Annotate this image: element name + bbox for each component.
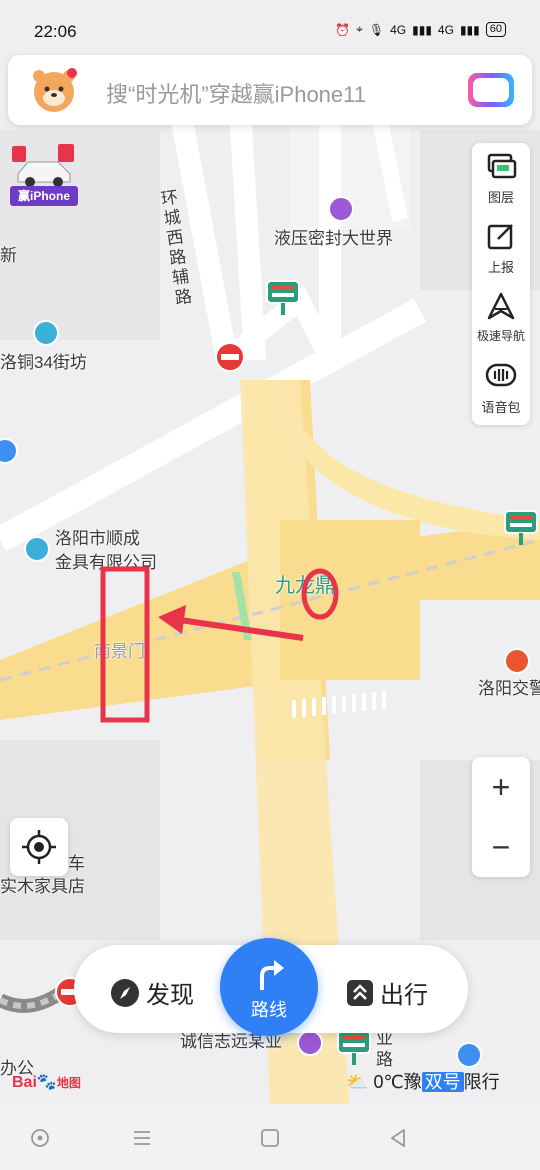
status-time: 22:06 bbox=[34, 22, 77, 41]
fast-nav-icon bbox=[487, 292, 515, 320]
layers-button[interactable]: 图层 bbox=[472, 143, 530, 213]
temperature: 0℃ bbox=[373, 1072, 404, 1092]
voice-pack-button[interactable]: 语音包 bbox=[472, 353, 530, 423]
weather-restriction[interactable]: ⛅ 0℃豫 双号 限行 bbox=[346, 1068, 500, 1094]
travel-label: 出行 bbox=[380, 982, 428, 1009]
annotation-ellipse bbox=[301, 568, 339, 620]
layers-icon bbox=[487, 153, 517, 179]
network-label: 4G bbox=[390, 22, 407, 37]
network-label-2: 4G bbox=[437, 22, 454, 37]
annotation-arrow-head bbox=[158, 605, 186, 634]
promo-label: 赢iPhone bbox=[10, 186, 78, 206]
menu-nav-icon[interactable] bbox=[130, 1126, 154, 1150]
route-button[interactable]: 路线 bbox=[220, 938, 318, 1036]
zoom-in-button[interactable]: + bbox=[472, 757, 530, 817]
assistant-nav-icon[interactable] bbox=[28, 1126, 52, 1150]
plate-badge: 双号 bbox=[421, 1072, 464, 1092]
travel-button[interactable]: 出行 bbox=[346, 975, 428, 1010]
discover-button[interactable]: 发现 bbox=[110, 975, 194, 1010]
search-bar[interactable]: 搜“时光机”穿越赢iPhone11 bbox=[8, 55, 532, 125]
report-label: 上报 bbox=[487, 260, 514, 275]
fast-nav-button[interactable]: 极速导航 bbox=[472, 283, 530, 353]
report-button[interactable]: 上报 bbox=[472, 213, 530, 283]
voice-pack-icon bbox=[485, 363, 517, 387]
annotation-arrow-shaft bbox=[179, 617, 304, 641]
voice-assistant-icon[interactable] bbox=[468, 73, 514, 107]
promo-car-icon bbox=[12, 144, 74, 187]
weather-icon: ⛅ bbox=[346, 1072, 369, 1092]
baidu-map-logo: Bai🐾地图 bbox=[12, 1074, 81, 1091]
home-nav-icon[interactable] bbox=[258, 1126, 282, 1150]
zoom-out-button[interactable]: − bbox=[472, 817, 530, 877]
signal-icon: ▮▮▮ bbox=[412, 22, 432, 37]
search-placeholder[interactable]: 搜“时光机”穿越赢iPhone11 bbox=[106, 77, 366, 109]
fast-nav-label: 极速导航 bbox=[476, 329, 525, 343]
promo-badge[interactable]: 赢iPhone bbox=[10, 140, 78, 206]
layers-label: 图层 bbox=[487, 190, 514, 205]
locate-button[interactable] bbox=[10, 818, 68, 876]
battery-indicator: 60 bbox=[485, 22, 506, 37]
back-nav-icon[interactable] bbox=[386, 1126, 410, 1150]
locate-icon bbox=[22, 830, 56, 864]
location-icon: ⌖ bbox=[356, 22, 363, 36]
compass-icon bbox=[111, 978, 139, 1007]
status-bar: 22:06 ⏰ ⌖ 🎙 4G ▮▮▮ 4G ▮▮▮ 60 bbox=[0, 0, 540, 56]
system-navigation-bar bbox=[0, 1104, 540, 1170]
status-icons: ⏰ ⌖ 🎙 4G ▮▮▮ 4G ▮▮▮ 60 bbox=[335, 22, 506, 37]
route-arrow-icon bbox=[260, 960, 284, 990]
plate-prefix: 豫 bbox=[403, 1072, 422, 1092]
plate-suffix: 限行 bbox=[463, 1072, 500, 1092]
signal-icon-2: ▮▮▮ bbox=[459, 22, 480, 37]
discover-label: 发现 bbox=[146, 982, 194, 1009]
bear-mascot-icon[interactable] bbox=[28, 64, 80, 116]
zoom-control: + − bbox=[472, 757, 530, 877]
report-icon bbox=[487, 224, 513, 250]
alarm-icon: ⏰ bbox=[335, 22, 351, 37]
voice-pack-label: 语音包 bbox=[481, 400, 521, 415]
route-label: 路线 bbox=[251, 1000, 287, 1020]
annotation-rectangle bbox=[100, 566, 150, 723]
travel-icon bbox=[347, 979, 373, 1006]
map-tool-panel: 图层 上报 极速导航 语音包 bbox=[472, 143, 530, 425]
mic-icon: 🎙 bbox=[368, 22, 385, 37]
